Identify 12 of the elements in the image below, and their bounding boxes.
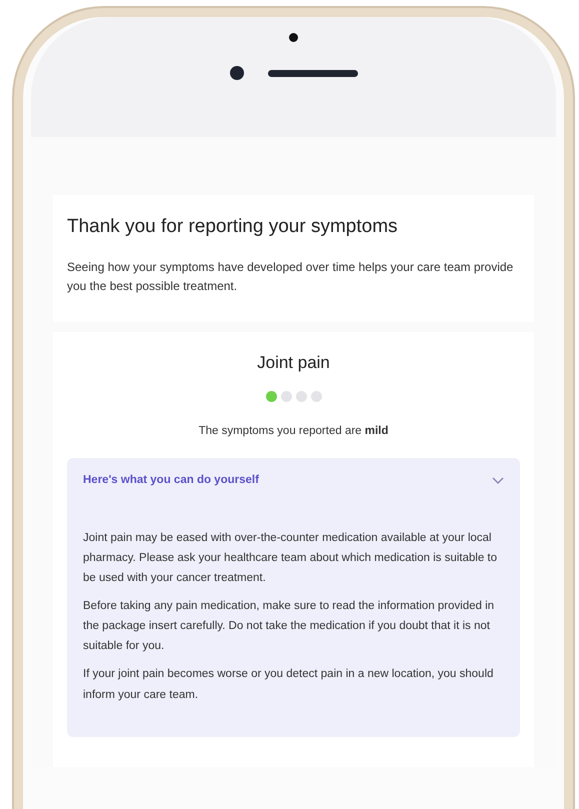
advice-paragraph: If your joint pain becomes worse or you detect pain in a new location, you should inform your care team.: [83, 667, 494, 702]
page-title: Thank you for reporting your symptoms: [67, 215, 399, 239]
camera-icon: [230, 66, 244, 80]
sensor-icon: [289, 33, 298, 42]
symptom-name: Joint pain: [257, 352, 330, 374]
advice-paragraph: Joint pain may be eased with over-the-counter medication available at your local pharmacy. Please ask your healthcare team about which medication is suitable to be used with your cancer treatment.: [83, 530, 498, 586]
chevron-icon[interactable]: [492, 477, 504, 485]
severity-summary: The symptoms you reported are mild: [198, 425, 388, 438]
advice-title[interactable]: Here's what you can do yourself: [83, 472, 259, 490]
intro-text: Seeing how your symptoms have developed over time helps your care team provide you the best possible treatment.: [67, 258, 514, 295]
advice-paragraph: Before taking any pain medication, make sure to read the information provided in the package insert carefully. Do not take the medication if you doubt that it is not suitable for you.: [83, 599, 496, 654]
speaker-icon: [268, 70, 358, 76]
